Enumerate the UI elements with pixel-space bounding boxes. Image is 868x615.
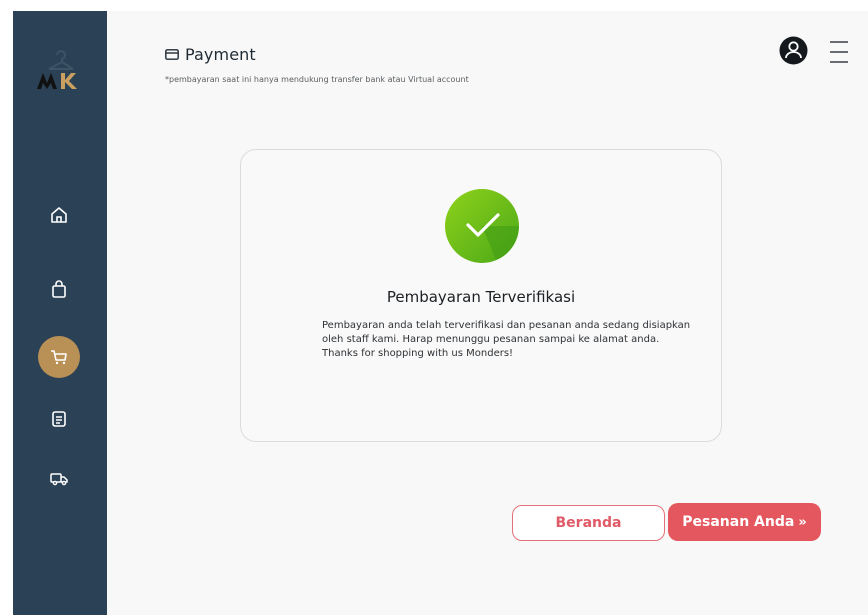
home-icon	[51, 207, 67, 223]
sidebar: MK	[13, 11, 107, 615]
page-header: Payment	[165, 45, 256, 64]
my-orders-button[interactable]: Pesanan Anda »	[668, 503, 821, 541]
shopping-bag-icon	[52, 280, 66, 298]
app-frame: MK	[13, 11, 868, 615]
cart-icon	[51, 350, 67, 365]
double-chevron-right-icon: »	[798, 514, 807, 530]
sidebar-item-home[interactable]	[38, 194, 80, 236]
sidebar-item-delivery[interactable]	[38, 457, 80, 499]
sidebar-item-orders[interactable]	[38, 398, 80, 440]
user-avatar-icon	[779, 36, 808, 65]
status-message: Pembayaran anda telah terverifikasi dan …	[322, 320, 691, 359]
user-avatar-button[interactable]	[779, 36, 808, 65]
document-icon	[52, 411, 66, 427]
payment-status-card: Pembayaran Terverifikasi Pembayaran anda…	[240, 149, 722, 442]
sidebar-item-products[interactable]	[38, 268, 80, 310]
status-indicator	[444, 188, 520, 264]
check-circle-icon	[445, 189, 519, 263]
delivery-truck-icon	[50, 473, 68, 486]
main-content: Payment *pembayaran saat ini hanya mendu…	[107, 11, 868, 615]
payment-note: *pembayaran saat ini hanya mendukung tra…	[165, 75, 469, 84]
my-orders-label: Pesanan Anda	[682, 514, 795, 530]
sidebar-item-cart[interactable]	[38, 336, 80, 378]
menu-button[interactable]	[829, 40, 849, 64]
brand-logo[interactable]: MK	[35, 43, 85, 95]
logo-mark-icon	[37, 50, 77, 89]
hamburger-menu-icon	[830, 41, 848, 63]
credit-card-icon	[165, 49, 179, 60]
page-title: Payment	[185, 45, 256, 64]
home-button[interactable]: Beranda	[512, 505, 665, 541]
status-title: Pembayaran Terverifikasi	[386, 288, 576, 306]
